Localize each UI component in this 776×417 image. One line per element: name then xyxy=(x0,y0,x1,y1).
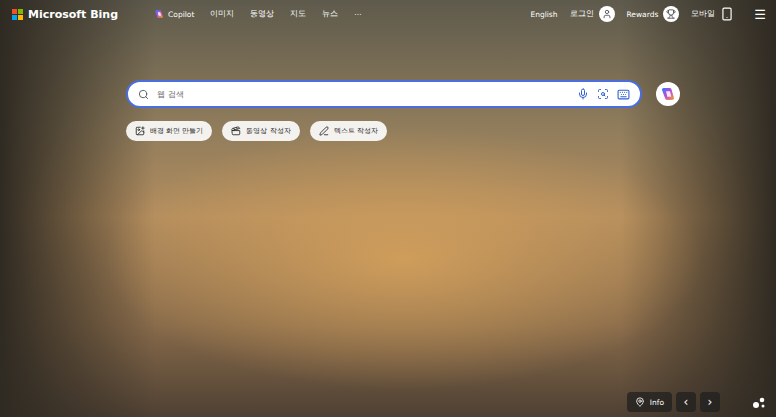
menu-button[interactable]: ☰ xyxy=(754,7,766,22)
phone-icon xyxy=(720,7,734,21)
copilot-button[interactable] xyxy=(656,82,680,106)
quick-actions: 배경 화면 만들기 동영상 작성자 텍스트 작성자 xyxy=(126,121,776,141)
trophy-icon xyxy=(666,9,676,19)
search-input[interactable] xyxy=(155,89,571,100)
search-box xyxy=(126,80,642,108)
search-tools xyxy=(577,88,630,101)
previous-image-button[interactable]: ‹ xyxy=(676,392,696,412)
image-add-icon xyxy=(135,126,145,136)
search-row xyxy=(126,80,776,108)
action-chip[interactable]: 텍스트 작성자 xyxy=(310,121,387,141)
search-area: 배경 화면 만들기 동영상 작성자 텍스트 작성자 xyxy=(0,28,776,392)
nav-bar: Copilot 이미지 동영상 지도 뉴스 ··· xyxy=(154,9,361,19)
copilot-button-icon xyxy=(660,86,676,102)
login-button[interactable]: 로그인 xyxy=(570,6,615,22)
nav-item[interactable]: 지도 xyxy=(290,9,306,19)
action-chip[interactable]: 배경 화면 만들기 xyxy=(126,121,212,141)
nav-item[interactable]: ··· xyxy=(354,10,361,19)
account-bar: English 로그인 Rewards 모바일 ☰ xyxy=(530,6,766,22)
nav-item[interactable]: Copilot xyxy=(154,9,194,19)
image-controls: Info‹› xyxy=(0,392,776,417)
action-chip[interactable]: 동영상 작성자 xyxy=(222,121,299,141)
user-icon xyxy=(602,9,612,19)
copilot-icon xyxy=(154,9,164,19)
next-image-button[interactable]: › xyxy=(700,392,720,412)
rewards-badge xyxy=(663,6,679,22)
search-icon xyxy=(138,89,149,100)
top-bar: Microsoft Bing Copilot 이미지 동영상 지도 뉴스 ··· Englis… xyxy=(0,0,776,28)
mobile-link[interactable]: 모바일 xyxy=(691,7,734,21)
location-pin-icon xyxy=(635,397,645,407)
pen-icon xyxy=(319,126,329,136)
bing-logo[interactable]: Microsoft Bing xyxy=(12,8,118,21)
nav-item[interactable]: 이미지 xyxy=(210,9,234,19)
video-icon xyxy=(231,126,241,136)
dots-icon[interactable] xyxy=(752,395,766,409)
visual-search-icon[interactable] xyxy=(597,88,609,100)
bing-home-page: Microsoft Bing Copilot 이미지 동영상 지도 뉴스 ··· Englis… xyxy=(0,0,776,417)
keyboard-icon[interactable] xyxy=(617,88,630,101)
microphone-icon[interactable] xyxy=(577,88,589,100)
language-link[interactable]: English xyxy=(530,10,557,19)
user-avatar xyxy=(599,6,615,22)
info-button[interactable]: Info xyxy=(627,392,672,412)
nav-item[interactable]: 뉴스 xyxy=(322,9,338,19)
microsoft-logo-icon xyxy=(12,9,23,20)
nav-item[interactable]: 동영상 xyxy=(250,9,274,19)
rewards-button[interactable]: Rewards xyxy=(627,6,680,22)
